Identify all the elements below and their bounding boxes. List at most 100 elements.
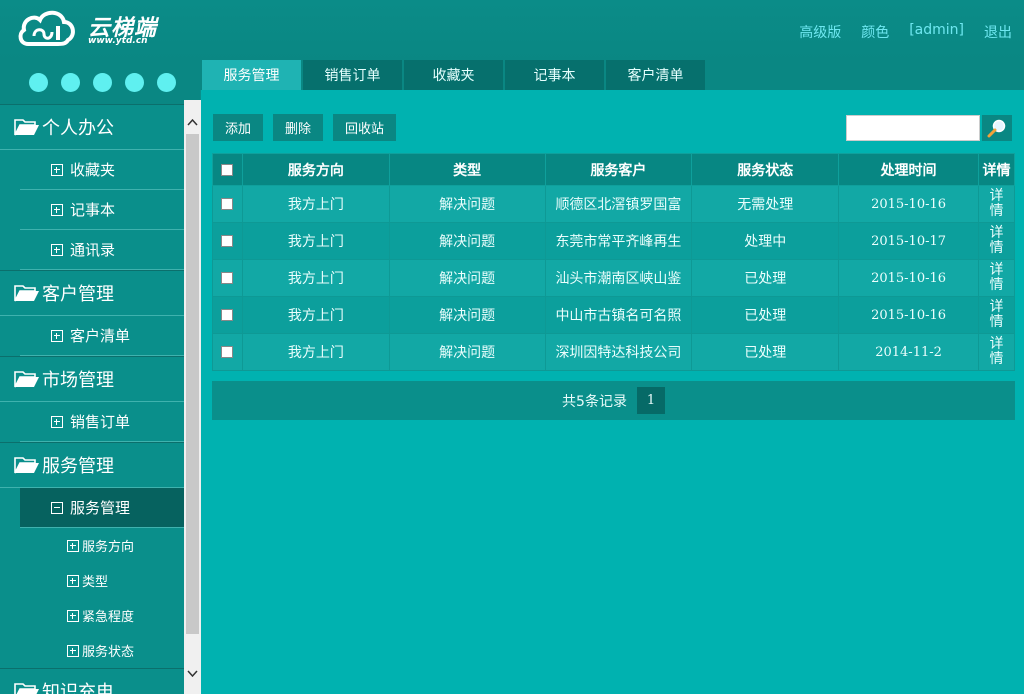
record-count: 共5条记录 xyxy=(562,393,627,410)
table-cell: 我方上门 xyxy=(241,333,390,371)
column-header[interactable]: 类型 xyxy=(388,153,546,186)
service-table: 服务方向 类型 服务客户 服务状态 处理时间 详情 我方上门 解决问题 顺德区北… xyxy=(212,153,1016,371)
row-select-cell xyxy=(212,296,243,334)
column-header: 详情 xyxy=(977,153,1016,186)
page-number-button[interactable]: 1 xyxy=(636,387,665,414)
row-checkbox[interactable] xyxy=(221,346,234,358)
row-checkbox[interactable] xyxy=(221,198,234,210)
plus-box-icon xyxy=(51,163,63,176)
sidebar-item-label: 客户清单 xyxy=(70,327,131,345)
sidebar-section-customer[interactable]: 客户管理 xyxy=(0,270,184,316)
table-cell: 我方上门 xyxy=(241,222,390,260)
detail-cell: 详情 xyxy=(977,185,1016,223)
table-header-row: 服务方向 类型 服务客户 服务状态 处理时间 详情 xyxy=(212,153,1016,186)
tab-sales-orders[interactable]: 销售订单 xyxy=(303,60,402,90)
detail-link[interactable]: 详情 xyxy=(989,263,1003,293)
select-all-checkbox[interactable] xyxy=(221,163,234,176)
theme-dot[interactable] xyxy=(29,72,48,92)
theme-dot[interactable] xyxy=(61,72,80,92)
select-all-cell xyxy=(212,153,243,186)
tab-favorites[interactable]: 收藏夹 xyxy=(404,60,503,90)
sidebar-item-label: 销售订单 xyxy=(70,413,131,431)
folder-open-icon xyxy=(14,371,39,388)
column-header[interactable]: 服务方向 xyxy=(241,153,390,186)
detail-link[interactable]: 详情 xyxy=(989,226,1003,256)
column-header[interactable]: 服务客户 xyxy=(544,153,693,186)
sidebar-leaf-service-status[interactable]: 服务状态 xyxy=(0,633,184,668)
tab-notebook[interactable]: 记事本 xyxy=(505,60,604,90)
sidebar-section-label: 客户管理 xyxy=(42,284,114,305)
sidebar-leaf-label: 紧急程度 xyxy=(82,610,135,625)
table-cell: 我方上门 xyxy=(241,185,390,223)
sidebar-section-market[interactable]: 市场管理 xyxy=(0,356,184,402)
scroll-down-icon[interactable] xyxy=(184,665,201,682)
sidebar-item-contacts[interactable]: 通讯录 xyxy=(20,230,184,270)
row-checkbox[interactable] xyxy=(221,272,234,284)
minus-box-icon xyxy=(51,501,63,514)
table-cell: 2014-11-2 xyxy=(838,333,979,371)
scrollbar-thumb[interactable] xyxy=(186,134,199,634)
sidebar-section-label: 市场管理 xyxy=(42,370,114,391)
search-button[interactable] xyxy=(982,115,1012,141)
table-cell: 我方上门 xyxy=(241,259,390,297)
plus-box-icon xyxy=(67,644,79,657)
table-cell: 解决问题 xyxy=(388,185,546,223)
table-cell: 2015-10-16 xyxy=(838,296,979,334)
sidebar-item-sales-orders[interactable]: 销售订单 xyxy=(20,402,184,442)
scroll-up-icon[interactable] xyxy=(184,114,201,131)
table-cell: 2015-10-16 xyxy=(838,185,979,223)
table-cell: 中山市古镇名可名照 xyxy=(544,296,693,334)
top-links: 高级版 颜色 [admin] 退出 xyxy=(799,22,1012,42)
table-cell: 顺德区北滘镇罗国富 xyxy=(544,185,693,223)
sidebar-leaf-label: 服务方向 xyxy=(82,540,135,555)
table-row: 我方上门 解决问题 汕头市潮南区峡山鉴 已处理 2015-10-16 详情 xyxy=(212,259,1016,297)
sidebar-section-label: 服务管理 xyxy=(42,456,114,477)
row-checkbox[interactable] xyxy=(221,235,234,247)
row-select-cell xyxy=(212,333,243,371)
sidebar-leaf-service-direction[interactable]: 服务方向 xyxy=(0,528,184,563)
link-advanced[interactable]: 高级版 xyxy=(799,22,841,42)
sidebar-section-personal[interactable]: 个人办公 xyxy=(0,104,184,150)
plus-box-icon xyxy=(67,574,79,587)
sidebar-item-customer-list[interactable]: 客户清单 xyxy=(20,316,184,356)
detail-cell: 详情 xyxy=(977,333,1016,371)
toolbar: 添加 删除 回收站 xyxy=(213,114,397,141)
link-logout[interactable]: 退出 xyxy=(984,22,1012,42)
recycle-bin-button[interactable]: 回收站 xyxy=(333,114,397,141)
plus-box-icon xyxy=(51,243,63,256)
table-row: 我方上门 解决问题 东莞市常平齐峰再生 处理中 2015-10-17 详情 xyxy=(212,222,1016,260)
row-checkbox[interactable] xyxy=(221,309,234,321)
detail-cell: 详情 xyxy=(977,296,1016,334)
sidebar-scrollbar[interactable] xyxy=(184,100,201,694)
sidebar-section-knowledge[interactable]: 知识充电 xyxy=(0,668,184,694)
sidebar-leaf-urgency[interactable]: 紧急程度 xyxy=(0,598,184,633)
sidebar-item-favorites[interactable]: 收藏夹 xyxy=(20,150,184,190)
detail-cell: 详情 xyxy=(977,222,1016,260)
link-admin[interactable]: [admin] xyxy=(909,22,964,42)
sidebar-item-service-management[interactable]: 服务管理 xyxy=(20,488,184,528)
column-header[interactable]: 服务状态 xyxy=(691,153,840,186)
detail-link[interactable]: 详情 xyxy=(989,300,1003,330)
table-cell: 东莞市常平齐峰再生 xyxy=(544,222,693,260)
theme-dot[interactable] xyxy=(125,72,144,92)
plus-box-icon xyxy=(67,609,79,622)
tab-service-management[interactable]: 服务管理 xyxy=(202,60,301,90)
folder-open-icon xyxy=(14,683,39,694)
column-header[interactable]: 处理时间 xyxy=(838,153,979,186)
tab-customer-list[interactable]: 客户清单 xyxy=(606,60,705,90)
sidebar-item-label: 服务管理 xyxy=(70,499,131,517)
link-color[interactable]: 颜色 xyxy=(861,22,889,42)
theme-dot[interactable] xyxy=(157,72,176,92)
sidebar-section-service[interactable]: 服务管理 xyxy=(0,442,184,488)
search-input[interactable] xyxy=(846,115,980,141)
table-cell: 解决问题 xyxy=(388,259,546,297)
add-button[interactable]: 添加 xyxy=(213,114,264,141)
sidebar-leaf-type[interactable]: 类型 xyxy=(0,563,184,598)
sidebar-section-label: 个人办公 xyxy=(42,118,114,139)
detail-link[interactable]: 详情 xyxy=(989,337,1003,367)
delete-button[interactable]: 删除 xyxy=(273,114,324,141)
table-cell: 解决问题 xyxy=(388,222,546,260)
detail-link[interactable]: 详情 xyxy=(989,189,1003,219)
theme-dot[interactable] xyxy=(93,72,112,92)
sidebar-item-notebook[interactable]: 记事本 xyxy=(20,190,184,230)
